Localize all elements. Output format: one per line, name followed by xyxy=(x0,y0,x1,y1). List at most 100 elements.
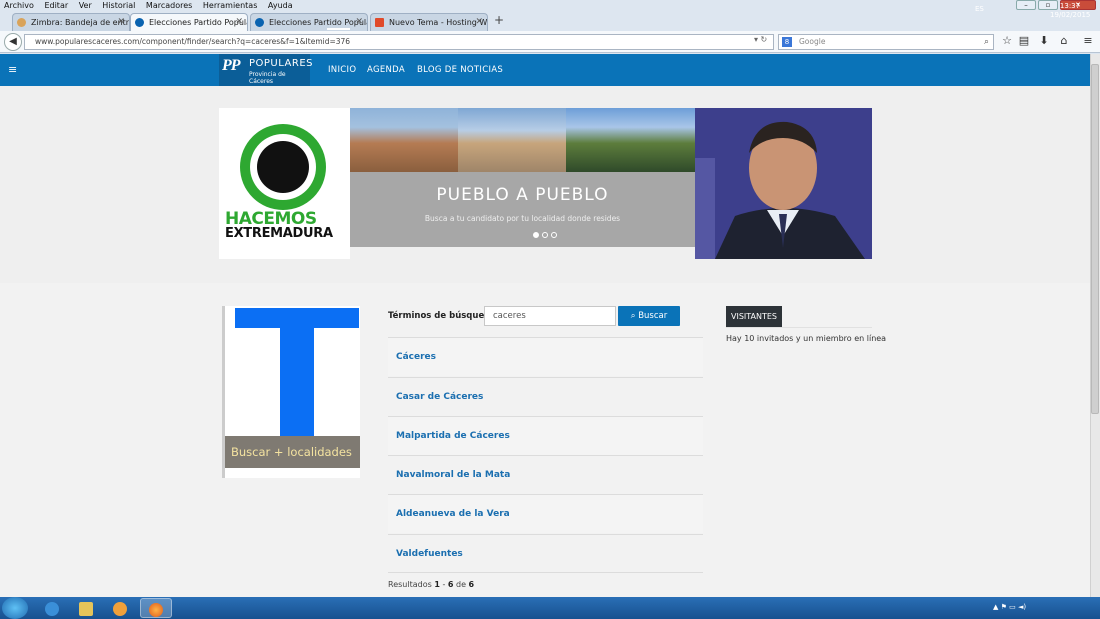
search-terms-label: Términos de búsqueda: xyxy=(388,311,500,321)
tab-label: Elecciones Partido Popular ... xyxy=(269,18,367,27)
minimize-button[interactable]: – xyxy=(1016,0,1036,10)
menu-archivo[interactable]: Archivo xyxy=(4,1,34,10)
slider-dot-1[interactable] xyxy=(533,232,539,238)
start-button-icon[interactable] xyxy=(2,597,28,619)
results-from: 1 xyxy=(434,580,440,589)
logo-title: POPULARES xyxy=(249,58,314,69)
town-photos xyxy=(350,108,695,172)
result-link[interactable]: Cáceres xyxy=(388,337,703,376)
slide-subtitle: Busca a tu candidato por tu localidad do… xyxy=(424,214,621,223)
search-placeholder: Google xyxy=(799,37,826,46)
visitors-title: VISITANTES xyxy=(726,306,782,327)
download-icon[interactable]: ⬇ xyxy=(1037,34,1051,48)
search-input[interactable]: caceres xyxy=(484,306,616,326)
candidate-portrait xyxy=(695,108,872,259)
nav-agenda[interactable]: AGENDA xyxy=(367,65,405,75)
reading-list-icon[interactable]: ▤ xyxy=(1017,34,1031,48)
menu-editar[interactable]: Editar xyxy=(44,1,68,10)
media-player-icon xyxy=(113,602,127,616)
firefox-icon xyxy=(149,603,163,617)
tab-nuevo-tema[interactable]: Nuevo Tema - Hosting Wo... ✕ xyxy=(370,13,488,31)
tab-label: Zimbra: Bandeja de entrad... xyxy=(31,18,130,27)
results-total: 6 xyxy=(468,580,475,589)
slider-dot-2[interactable] xyxy=(542,232,548,238)
tab-elecciones-1[interactable]: Elecciones Partido Popular ... ✕ xyxy=(130,13,248,31)
bookmark-star-icon[interactable]: ☆ xyxy=(1000,34,1014,48)
search-button[interactable]: ⌕ Buscar xyxy=(618,306,680,326)
taskbar-media[interactable] xyxy=(104,598,136,618)
active-nav-underline xyxy=(327,28,350,30)
tab-zimbra[interactable]: Zimbra: Bandeja de entrad... ✕ xyxy=(12,13,130,31)
menu-bar: Archivo Editar Ver Historial Marcadores … xyxy=(0,0,1100,12)
result-link[interactable]: Malpartida de Cáceres xyxy=(388,416,703,455)
menu-herramientas[interactable]: Herramientas xyxy=(203,1,258,10)
hamburger-menu-icon[interactable]: ≡ xyxy=(8,63,17,76)
visitors-text: Hay 10 invitados y un miembro en línea xyxy=(726,334,887,343)
search-icon[interactable]: ⌕ xyxy=(984,35,989,49)
taskbar-ie[interactable] xyxy=(36,598,68,618)
language-indicator[interactable]: ES xyxy=(975,5,984,13)
back-arrow-icon[interactable]: ◀ xyxy=(4,33,22,51)
taskbar-firefox[interactable] xyxy=(140,598,172,618)
close-tab-icon[interactable]: ✕ xyxy=(117,14,125,31)
results-sep: - xyxy=(442,580,446,589)
logo-subtitle: Provincia de Cáceres xyxy=(249,71,286,85)
t-logo-icon xyxy=(235,308,359,328)
search-engine-input[interactable]: 8 Google ⌕ xyxy=(778,34,994,50)
result-link[interactable]: Navalmoral de la Mata xyxy=(388,455,703,494)
folder-icon xyxy=(79,602,93,616)
menu-ayuda[interactable]: Ayuda xyxy=(268,1,293,10)
buscar-localidades-widget[interactable]: Buscar + localidades xyxy=(222,306,360,478)
close-tab-icon[interactable]: ✕ xyxy=(235,14,243,31)
menu-historial[interactable]: Historial xyxy=(102,1,135,10)
taskbar-explorer[interactable] xyxy=(70,598,102,618)
menu-ver[interactable]: Ver xyxy=(79,1,92,10)
home-icon[interactable]: ⌂ xyxy=(1057,34,1071,48)
menu-marcadores[interactable]: Marcadores xyxy=(146,1,192,10)
scrollbar-thumb[interactable] xyxy=(1091,64,1099,414)
reload-icon[interactable]: ▾ ↻ xyxy=(754,35,767,44)
results-to: 6 xyxy=(447,580,454,589)
divider xyxy=(726,327,872,328)
slider-caption[interactable]: PUEBLO A PUEBLO Busca a tu candidato por… xyxy=(350,172,695,247)
hosting-favicon-icon xyxy=(375,18,384,27)
t-logo-stem xyxy=(280,328,314,438)
town-photo-2 xyxy=(458,108,566,172)
zimbra-favicon-icon xyxy=(17,18,26,27)
buscar-localidades-label: Buscar + localidades xyxy=(225,436,360,468)
clock-date: 19/02/2015 xyxy=(1050,11,1091,19)
url-bar[interactable]: www.popularescaceres.com/component/finde… xyxy=(24,34,774,50)
site-header: ≡ PP POPULARES Provincia de Cáceres INIC… xyxy=(0,54,1090,86)
tab-label: Nuevo Tema - Hosting Wo... xyxy=(389,18,487,27)
menu-icon[interactable]: ≡ xyxy=(1081,34,1095,48)
new-tab-icon[interactable]: + xyxy=(494,13,504,27)
nav-blog[interactable]: BLOG DE NOTICIAS xyxy=(417,65,503,75)
pp-favicon-icon xyxy=(255,18,264,27)
result-link[interactable]: Aldeanueva de la Vera xyxy=(388,494,703,533)
ie-icon xyxy=(45,602,59,616)
nav-inicio[interactable]: INICIO xyxy=(328,65,356,75)
search-button-label: Buscar xyxy=(638,311,668,321)
town-photo-1 xyxy=(350,108,458,172)
close-tab-icon[interactable]: ✕ xyxy=(355,14,363,31)
close-tab-icon[interactable]: ✕ xyxy=(475,14,483,31)
logo-line-2: EXTREMADURA xyxy=(225,226,333,241)
tab-elecciones-2[interactable]: Elecciones Partido Popular ... ✕ xyxy=(250,13,368,31)
pp-favicon-icon xyxy=(135,18,144,27)
pp-logo-mark: PP xyxy=(222,57,241,74)
site-logo[interactable]: PP POPULARES Provincia de Cáceres xyxy=(219,54,314,86)
navigation-bar: ◀ www.popularescaceres.com/component/fin… xyxy=(0,31,1100,53)
slider-dot-3[interactable] xyxy=(551,232,557,238)
result-link[interactable]: Valdefuentes xyxy=(388,534,703,573)
taskbar-clock[interactable]: 13:37 19/02/2015 xyxy=(1050,2,1090,20)
tray-icons[interactable]: ▲ ⚑ ▭ ◄) xyxy=(993,603,1026,611)
hacemos-extremadura-logo: HACEMOS EXTREMADURA xyxy=(219,108,350,259)
results-of: de xyxy=(456,580,466,589)
town-photo-3 xyxy=(566,108,695,172)
tab-strip: Zimbra: Bandeja de entrad... ✕ Eleccione… xyxy=(0,13,1100,31)
results-count: Resultados 1 - 6 de 6 xyxy=(388,580,474,589)
tab-label: Elecciones Partido Popular ... xyxy=(149,18,247,27)
google-icon[interactable]: 8 xyxy=(782,37,792,47)
clock-time: 13:37 xyxy=(1059,2,1081,10)
result-link[interactable]: Casar de Cáceres xyxy=(388,377,703,416)
